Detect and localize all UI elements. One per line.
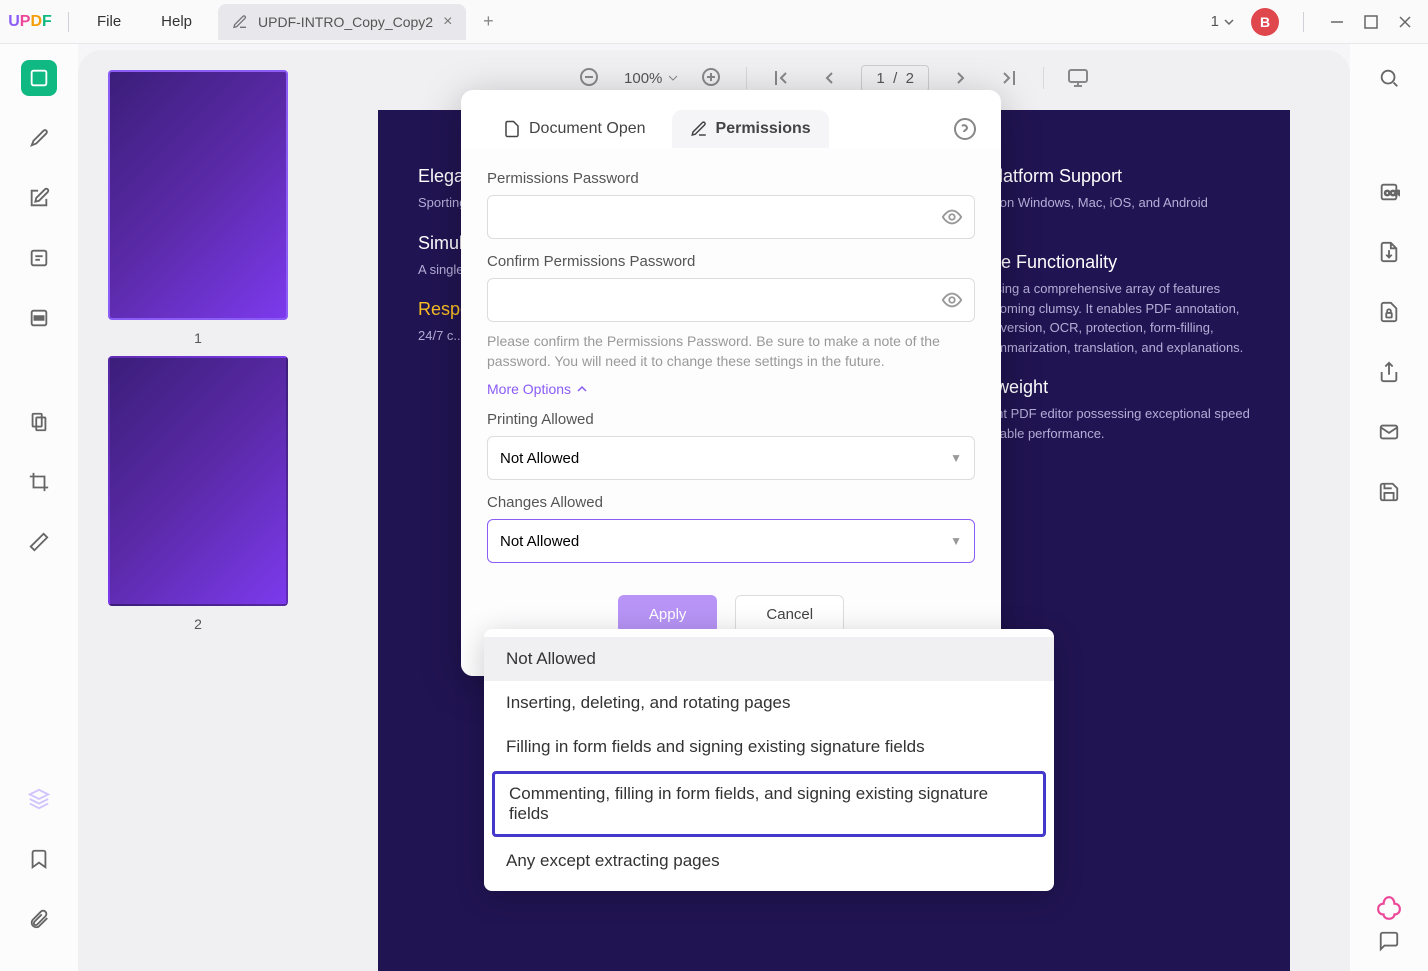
crop-tool[interactable]	[21, 464, 57, 500]
redact-tool[interactable]	[21, 300, 57, 336]
dropdown-option[interactable]: Inserting, deleting, and rotating pages	[484, 681, 1054, 725]
caret-down-icon: ▼	[950, 451, 962, 465]
svg-text:OCR: OCR	[1384, 189, 1400, 198]
tab-document-open[interactable]: Document Open	[485, 110, 664, 148]
eye-icon[interactable]	[941, 289, 963, 311]
page-thumbnail-1[interactable]	[108, 70, 288, 320]
confirm-password-input[interactable]	[487, 278, 975, 322]
chevron-down-icon	[668, 73, 678, 83]
security-dialog: Document Open Permissions Permissions Pa…	[461, 90, 1001, 676]
menu-file[interactable]: File	[77, 13, 141, 30]
help-icon[interactable]	[953, 117, 977, 141]
protect-button[interactable]	[1371, 294, 1407, 330]
menu-help[interactable]: Help	[141, 13, 212, 30]
workspace: 1 2 100% 1 / 2 Elegant...	[0, 44, 1428, 971]
share-button[interactable]	[1371, 354, 1407, 390]
search-button[interactable]	[1371, 60, 1407, 96]
page-thumbnail-2[interactable]	[108, 356, 288, 606]
document-icon	[503, 120, 521, 138]
sidebar-right: OCR	[1350, 44, 1428, 971]
prev-page-icon[interactable]	[815, 66, 839, 90]
printing-allowed-label: Printing Allowed	[487, 411, 975, 428]
add-tab-button[interactable]: +	[474, 11, 502, 32]
chevron-up-icon	[577, 384, 587, 394]
ocr-button[interactable]: OCR	[1371, 174, 1407, 210]
layers-tool[interactable]	[21, 781, 57, 817]
changes-allowed-select[interactable]: Not Allowed▼	[487, 519, 975, 563]
printing-allowed-select[interactable]: Not Allowed▼	[487, 436, 975, 480]
document-tab[interactable]: UPDF-INTRO_Copy_Copy2 ×	[218, 4, 466, 40]
ai-assistant-icon[interactable]	[1376, 895, 1402, 921]
window-count[interactable]: 1	[1211, 13, 1235, 30]
next-page-icon[interactable]	[951, 66, 975, 90]
separator	[1303, 12, 1304, 32]
separator	[68, 12, 69, 32]
measure-tool[interactable]	[21, 524, 57, 560]
eye-icon[interactable]	[941, 206, 963, 228]
thumb-label: 2	[194, 616, 202, 632]
sidebar-left	[0, 44, 78, 971]
close-window-icon[interactable]	[1396, 13, 1414, 31]
form-tool[interactable]	[21, 240, 57, 276]
page-indicator[interactable]: 1 / 2	[861, 65, 929, 92]
convert-button[interactable]	[1371, 234, 1407, 270]
reader-tool[interactable]	[21, 60, 57, 96]
tab-title: UPDF-INTRO_Copy_Copy2	[258, 14, 433, 30]
attachment-tool[interactable]	[21, 901, 57, 937]
caret-down-icon: ▼	[950, 534, 962, 548]
minimize-icon[interactable]	[1328, 13, 1346, 31]
zoom-out-icon[interactable]	[578, 66, 602, 90]
last-page-icon[interactable]	[997, 66, 1021, 90]
dropdown-option[interactable]: Any except extracting pages	[484, 839, 1054, 883]
tab-permissions[interactable]: Permissions	[672, 110, 829, 148]
maximize-icon[interactable]	[1362, 13, 1380, 31]
password-hint: Please confirm the Permissions Password.…	[487, 332, 975, 371]
dropdown-option-highlighted[interactable]: Commenting, filling in form fields, and …	[492, 771, 1046, 837]
highlight-tool[interactable]	[21, 120, 57, 156]
present-icon[interactable]	[1066, 66, 1090, 90]
zoom-value[interactable]: 100%	[624, 70, 678, 87]
dropdown-option[interactable]: Not Allowed	[484, 637, 1054, 681]
avatar[interactable]: B	[1251, 8, 1279, 36]
comments-button[interactable]	[1371, 923, 1407, 959]
permissions-password-input[interactable]	[487, 195, 975, 239]
title-bar: UPDF File Help UPDF-INTRO_Copy_Copy2 × +…	[0, 0, 1428, 44]
bookmark-tool[interactable]	[21, 841, 57, 877]
chevron-down-icon	[1223, 16, 1235, 28]
email-button[interactable]	[1371, 414, 1407, 450]
first-page-icon[interactable]	[769, 66, 793, 90]
save-button[interactable]	[1371, 474, 1407, 510]
thumbnail-panel: 1 2	[78, 50, 318, 971]
pencil-icon	[690, 120, 708, 138]
edit-tool[interactable]	[21, 180, 57, 216]
pencil-icon	[232, 14, 248, 30]
organize-tool[interactable]	[21, 404, 57, 440]
thumb-label: 1	[194, 330, 202, 346]
dropdown-option[interactable]: Filling in form fields and signing exist…	[484, 725, 1054, 769]
more-options-toggle[interactable]: More Options	[487, 381, 975, 397]
zoom-in-icon[interactable]	[700, 66, 724, 90]
permissions-password-label: Permissions Password	[487, 170, 975, 187]
close-icon[interactable]: ×	[443, 13, 452, 31]
changes-allowed-label: Changes Allowed	[487, 494, 975, 511]
app-logo: UPDF	[0, 13, 60, 31]
changes-allowed-dropdown: Not Allowed Inserting, deleting, and rot…	[484, 629, 1054, 891]
confirm-password-label: Confirm Permissions Password	[487, 253, 975, 270]
